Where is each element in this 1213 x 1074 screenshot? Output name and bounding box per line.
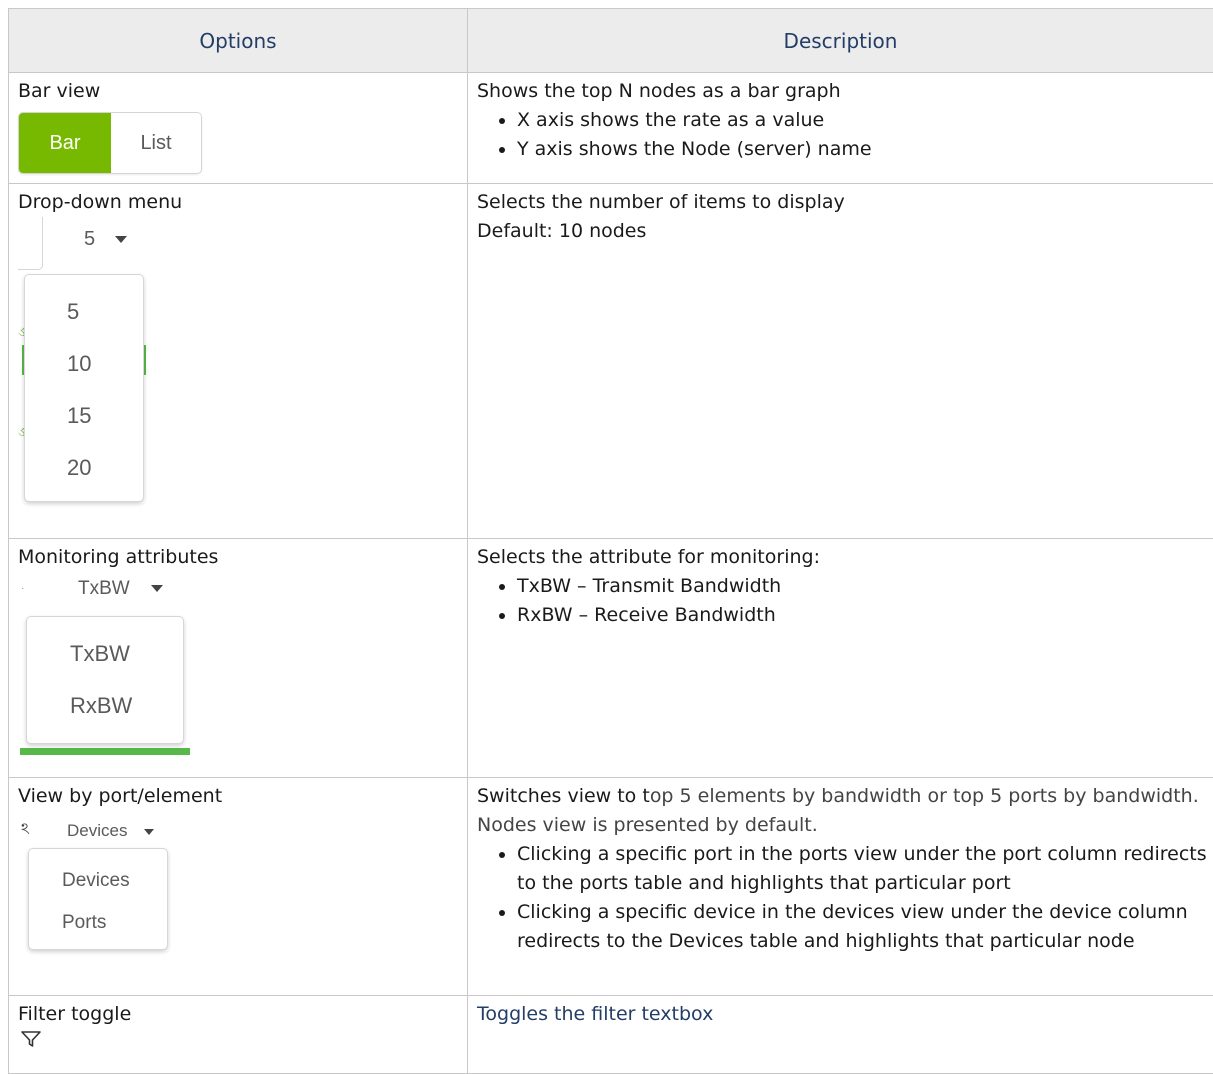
chevron-down-icon: [115, 236, 127, 243]
bullet-item: RxBW – Receive Bandwidth: [517, 601, 1213, 630]
description-cell: Selects the number of items to display D…: [468, 184, 1213, 539]
option-label: Filter toggle: [18, 1000, 467, 1029]
description-text: Selects the attribute for monitoring:: [477, 543, 1213, 572]
menu-item-rxbw[interactable]: RxBW: [70, 691, 132, 720]
menu-item-5[interactable]: 5: [67, 297, 79, 326]
description-text: Shows the top N nodes as a bar graph: [477, 77, 1213, 106]
option-cell: Monitoring attributes · TxBW TxBW RxBW: [9, 539, 468, 778]
bullet-item: Y axis shows the Node (server) name: [517, 135, 1213, 164]
description-cell: Toggles the filter textbox: [468, 996, 1213, 1074]
bar-list-toggle[interactable]: Bar List: [18, 112, 202, 174]
bar-toggle-button[interactable]: Bar: [19, 113, 111, 173]
filter-icon[interactable]: [20, 1029, 42, 1049]
bullet-list: TxBW – Transmit Bandwidth RxBW – Receive…: [477, 572, 1213, 630]
description-text: Toggles the filter textbox: [477, 1000, 1213, 1029]
options-table: Options Description Bar view Bar List Sh…: [8, 8, 1213, 1074]
chevron-down-icon: [144, 829, 154, 835]
menu-item-20[interactable]: 20: [67, 453, 91, 482]
bullet-list: X axis shows the rate as a value Y axis …: [477, 106, 1213, 164]
menu-item-10[interactable]: 10: [67, 349, 91, 378]
view-dropdown-menu: Devices Ports: [28, 848, 168, 950]
background-bar: [20, 748, 190, 755]
table-row: View by port/element ঽ Devices Devices P…: [9, 778, 1213, 996]
list-toggle-button[interactable]: List: [111, 113, 201, 173]
table-row: Filter toggle Toggles the filter textbox: [9, 996, 1213, 1074]
count-dropdown-value: 5: [84, 228, 95, 250]
option-cell: Filter toggle: [9, 996, 468, 1074]
description-cell: Selects the attribute for monitoring: Tx…: [468, 539, 1213, 778]
header-row: Options Description: [9, 9, 1213, 73]
description-cell: Shows the top N nodes as a bar graph X a…: [468, 73, 1213, 184]
separator-dot: ·: [21, 574, 24, 603]
chevron-down-icon: [151, 585, 163, 592]
description-part: Switches view to t: [477, 785, 650, 807]
view-dropdown-trigger[interactable]: Devices: [67, 816, 154, 845]
options-header: Options: [9, 9, 468, 73]
count-dropdown-menu: 5 10 15 20: [24, 274, 144, 502]
description-header: Description: [468, 9, 1213, 73]
option-cell: Bar view Bar List: [9, 73, 468, 184]
option-label: Bar view: [18, 77, 467, 106]
table-row: Bar view Bar List Shows the top N nodes …: [9, 73, 1213, 184]
table-row: Monitoring attributes · TxBW TxBW RxBW S…: [9, 539, 1213, 778]
attribute-dropdown-value: TxBW: [78, 578, 130, 599]
option-label: Monitoring attributes: [18, 543, 467, 572]
attribute-dropdown-menu: TxBW RxBW: [26, 616, 184, 744]
count-dropdown-preview: 5 ઙ ઙ 5 10 15 20: [18, 217, 467, 517]
option-cell: View by port/element ঽ Devices Devices P…: [9, 778, 468, 996]
bullet-item: Clicking a specific device in the device…: [517, 898, 1213, 956]
menu-item-devices[interactable]: Devices: [62, 866, 130, 895]
attribute-dropdown-preview: · TxBW TxBW RxBW: [18, 572, 467, 762]
table-row: Drop-down menu 5 ઙ ઙ 5 10 15 20: [9, 184, 1213, 539]
menu-item-txbw[interactable]: TxBW: [70, 639, 130, 668]
attribute-dropdown-trigger[interactable]: TxBW: [78, 574, 163, 603]
option-label: Drop-down menu: [18, 188, 467, 217]
menu-item-ports[interactable]: Ports: [62, 908, 106, 937]
description-text: Switches view to top 5 elements by bandw…: [477, 782, 1213, 840]
option-cell: Drop-down menu 5 ઙ ઙ 5 10 15 20: [9, 184, 468, 539]
bullet-list: Clicking a specific port in the ports vi…: [477, 840, 1213, 956]
description-cell: Switches view to top 5 elements by bandw…: [468, 778, 1213, 996]
count-dropdown-trigger[interactable]: [18, 217, 43, 270]
bullet-item: TxBW – Transmit Bandwidth: [517, 572, 1213, 601]
view-dropdown-value: Devices: [67, 821, 127, 840]
menu-item-15[interactable]: 15: [67, 401, 91, 430]
option-label: View by port/element: [18, 782, 467, 811]
background-squiggle: ঽ: [21, 815, 30, 844]
count-dropdown-value-wrap[interactable]: 5: [84, 225, 127, 254]
view-dropdown-preview: ঽ Devices Devices Ports: [18, 811, 467, 983]
bullet-item: X axis shows the rate as a value: [517, 106, 1213, 135]
bullet-item: Clicking a specific port in the ports vi…: [517, 840, 1213, 898]
default-text: Default: 10 nodes: [477, 217, 1213, 246]
description-text: Selects the number of items to display: [477, 188, 1213, 217]
